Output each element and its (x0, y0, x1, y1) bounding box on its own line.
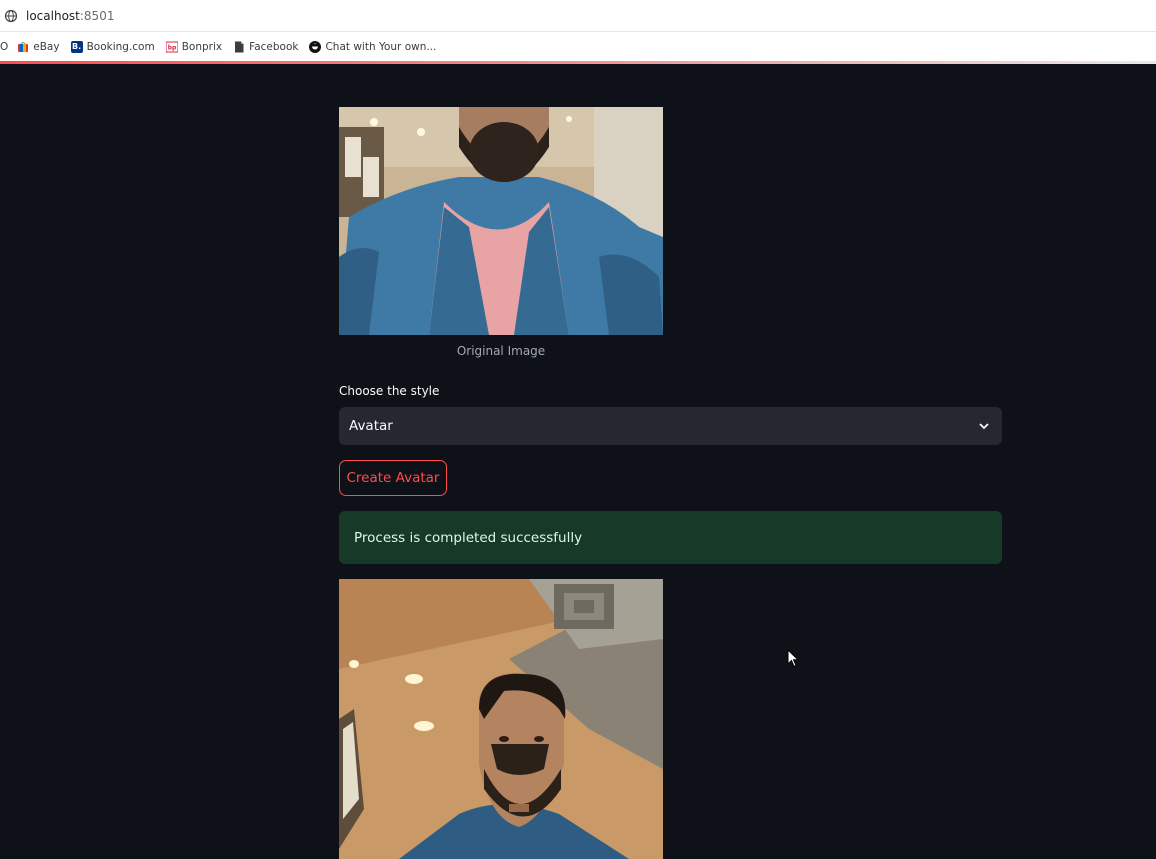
bookmark-booking[interactable]: B. Booking.com (70, 40, 155, 53)
url-port: :8501 (79, 8, 115, 23)
bookmark-label: Booking.com (86, 40, 155, 53)
bonprix-icon: bp (165, 41, 178, 53)
ebay-icon (17, 41, 29, 53)
chat-icon (309, 40, 322, 53)
success-alert: Process is completed successfully (339, 511, 1002, 564)
original-image-caption: Original Image (456, 344, 546, 358)
bookmark-label: Bonprix (181, 40, 223, 53)
document-icon (233, 41, 245, 53)
address-bar[interactable]: localhost:8501 (0, 0, 1156, 31)
bookmark-label: eBay (33, 40, 60, 53)
bookmark-ebay[interactable]: eBay (17, 40, 60, 53)
style-select-value: Avatar (349, 418, 393, 434)
bookmark-overflow[interactable]: O (0, 41, 8, 53)
style-select-label: Choose the style (339, 384, 440, 398)
bookmark-label: Chat with Your own... (325, 40, 437, 53)
mouse-cursor-icon (787, 648, 801, 669)
app-main: Original Image Choose the style Avatar C… (0, 64, 1156, 859)
svg-text:bp: bp (167, 44, 176, 51)
globe-icon (4, 9, 18, 23)
original-image (339, 107, 663, 335)
style-select[interactable]: Avatar (339, 407, 1002, 445)
bookmark-chat[interactable]: Chat with Your own... (309, 40, 437, 53)
chevron-down-icon[interactable] (978, 420, 990, 432)
bookmark-bonprix[interactable]: bp Bonprix (165, 40, 223, 53)
bookmark-label: Facebook (249, 40, 299, 53)
booking-icon: B. (70, 40, 83, 53)
bookmarks-bar: O eBay B. Booking.com bp Bonprix Faceboo… (0, 31, 1156, 61)
url-host: localhost (26, 8, 80, 23)
create-avatar-button[interactable]: Create Avatar (339, 460, 447, 496)
success-message: Process is completed successfully (354, 529, 583, 546)
bookmark-facebook[interactable]: Facebook (233, 41, 298, 53)
avatar-result-image (339, 579, 663, 859)
